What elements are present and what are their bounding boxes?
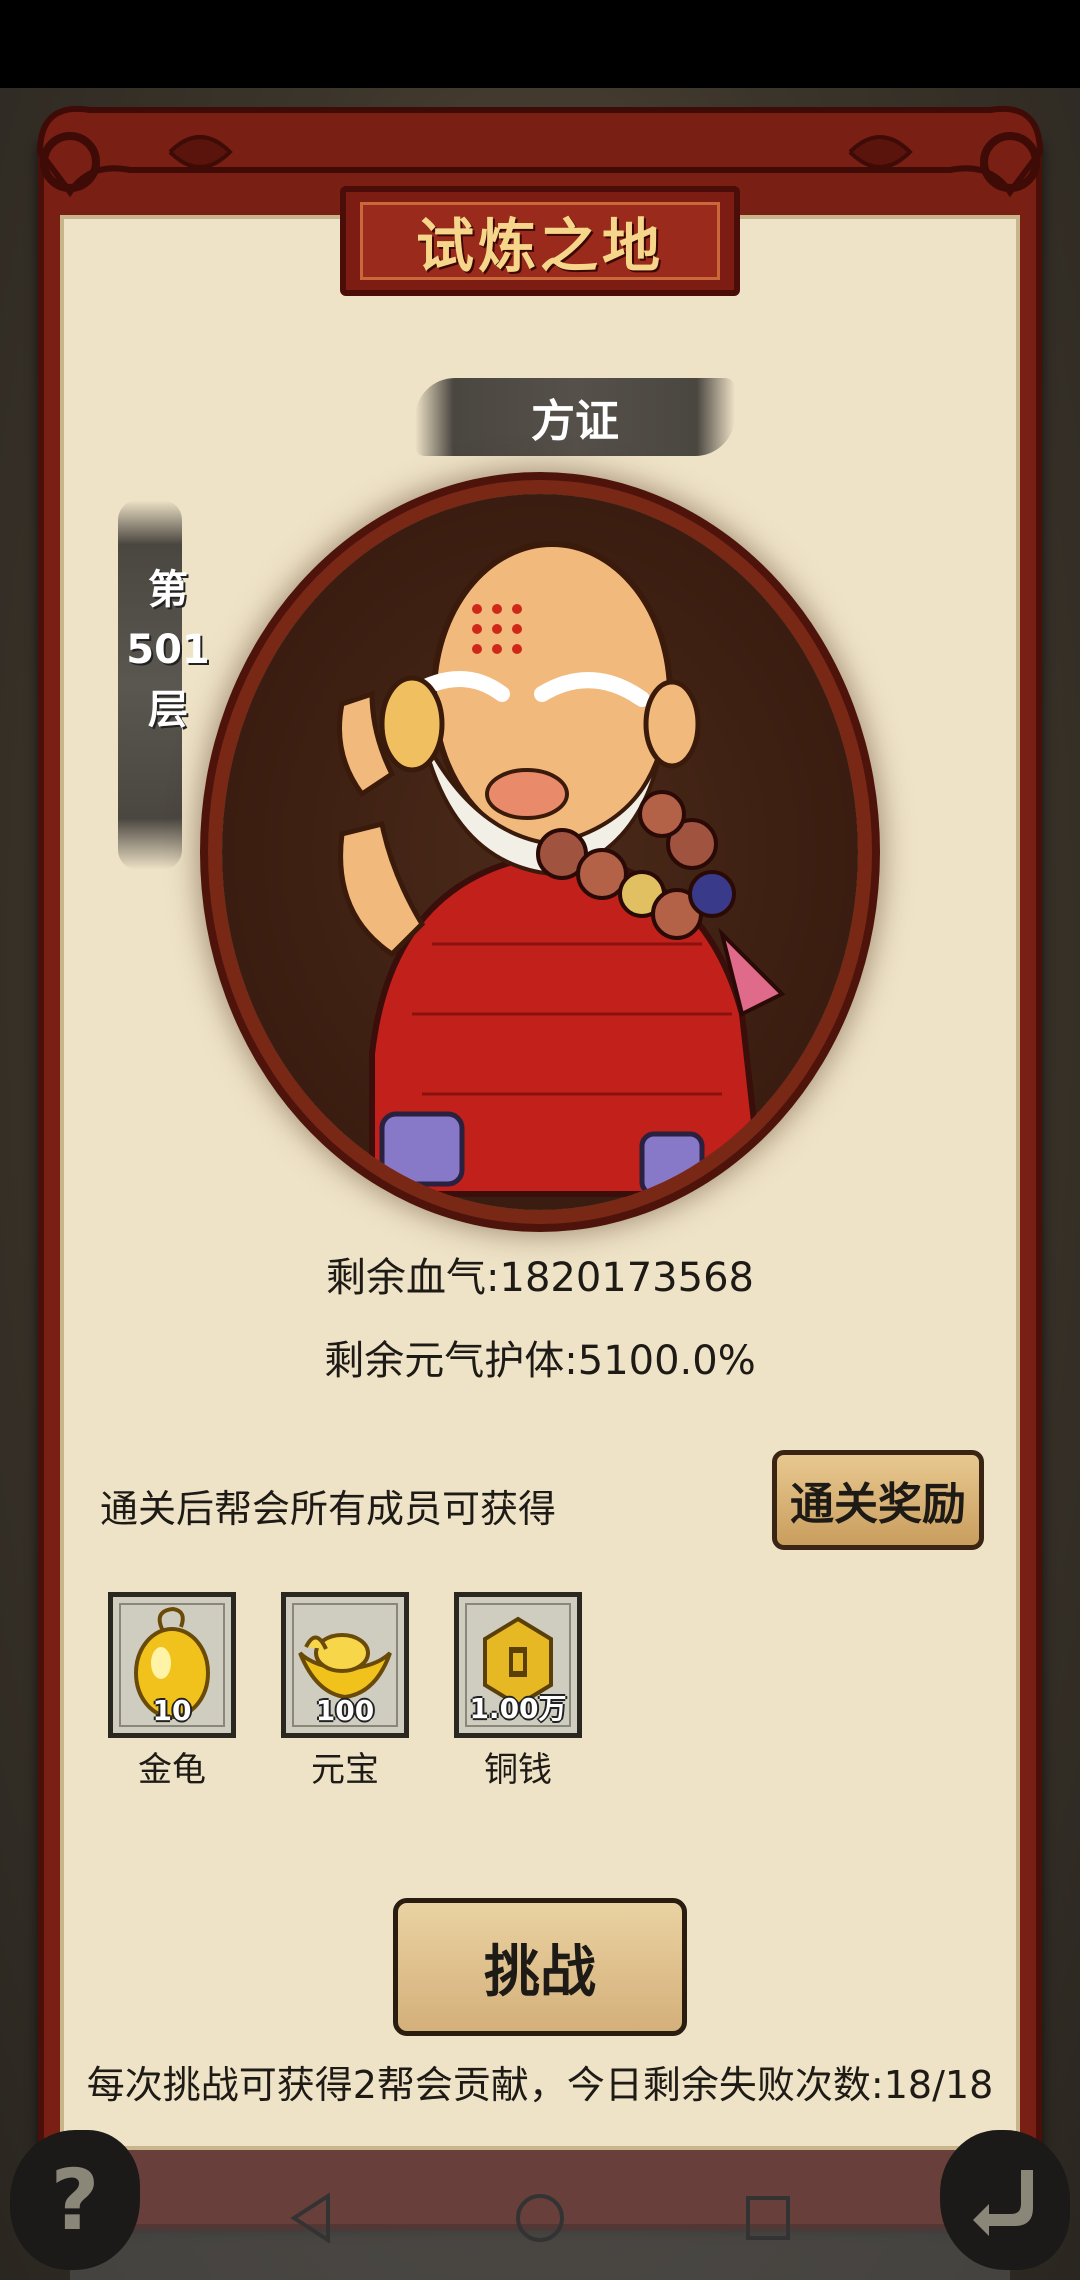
remaining-hp: 剩余血气:1820173568 <box>326 1255 754 1301</box>
title-plate: 试炼之地 <box>340 186 740 296</box>
boss-portrait <box>222 494 858 1210</box>
item-label: 金龟 <box>138 1750 206 1790</box>
home-circle-icon[interactable] <box>510 2188 570 2248</box>
challenge-button[interactable]: 挑战 <box>393 1898 687 2036</box>
reward-caption: 通关后帮会所有成员可获得 <box>100 1487 557 1531</box>
reward-item-golden-turtle[interactable]: 10 金龟 <box>108 1592 236 1791</box>
floor-suffix: 层 <box>148 687 188 733</box>
reward-item-copper-coin[interactable]: 1.00万 铜钱 <box>454 1592 582 1791</box>
return-button[interactable] <box>930 2120 1080 2280</box>
reward-item-gold-ingot[interactable]: 100 元宝 <box>281 1592 409 1791</box>
return-arrow-icon <box>973 2170 1033 2236</box>
item-label: 铜钱 <box>484 1750 552 1790</box>
back-triangle-icon[interactable] <box>282 2188 342 2248</box>
floor-prefix: 第 <box>148 567 188 613</box>
challenge-note: 每次挑战可获得2帮会贡献，今日剩余失败次数:18/18 <box>86 2063 994 2107</box>
help-button[interactable]: ? <box>0 2120 150 2280</box>
item-label: 元宝 <box>311 1750 379 1790</box>
boss-name: 方证 <box>531 396 619 447</box>
clear-reward-button[interactable]: 通关奖励 <box>772 1450 984 1550</box>
status-bar <box>0 0 1080 88</box>
item-count: 10 <box>152 1694 192 1727</box>
help-icon: ? <box>50 2151 100 2249</box>
monk-illustration <box>337 541 786 1197</box>
item-count: 100 <box>315 1694 375 1727</box>
page-title: 试炼之地 <box>415 212 664 280</box>
recents-square-icon[interactable] <box>738 2188 798 2248</box>
item-count: 1.00万 <box>469 1692 567 1725</box>
floor-indicator: 第 501 层 <box>118 560 218 740</box>
remaining-shield: 剩余元气护体:5100.0% <box>324 1338 756 1384</box>
floor-number: 501 <box>126 627 210 673</box>
